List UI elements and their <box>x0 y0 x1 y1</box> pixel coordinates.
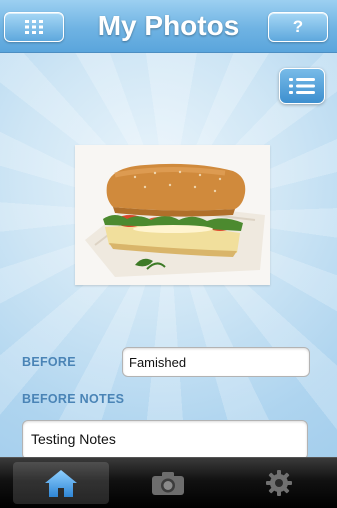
tab-bar <box>0 457 337 508</box>
home-icon <box>45 470 77 497</box>
nav-header: My Photos ? <box>0 0 337 53</box>
before-input[interactable]: Famished <box>122 347 310 377</box>
before-notes-label: BEFORE NOTES <box>22 392 125 406</box>
tab-home[interactable] <box>13 462 109 504</box>
grid-icon <box>25 20 43 34</box>
food-photo[interactable] <box>75 145 270 285</box>
camera-icon <box>152 472 184 495</box>
list-view-button[interactable] <box>279 68 325 104</box>
help-button[interactable]: ? <box>268 12 328 42</box>
list-icon <box>289 78 315 94</box>
tab-settings[interactable] <box>231 462 327 504</box>
page-title: My Photos <box>97 10 240 41</box>
tab-camera[interactable] <box>120 462 216 504</box>
grid-menu-button[interactable] <box>4 12 64 42</box>
gear-icon <box>266 470 292 496</box>
before-label: BEFORE <box>22 355 76 369</box>
sandwich-image <box>75 145 270 285</box>
before-notes-input[interactable]: Testing Notes <box>22 420 308 460</box>
